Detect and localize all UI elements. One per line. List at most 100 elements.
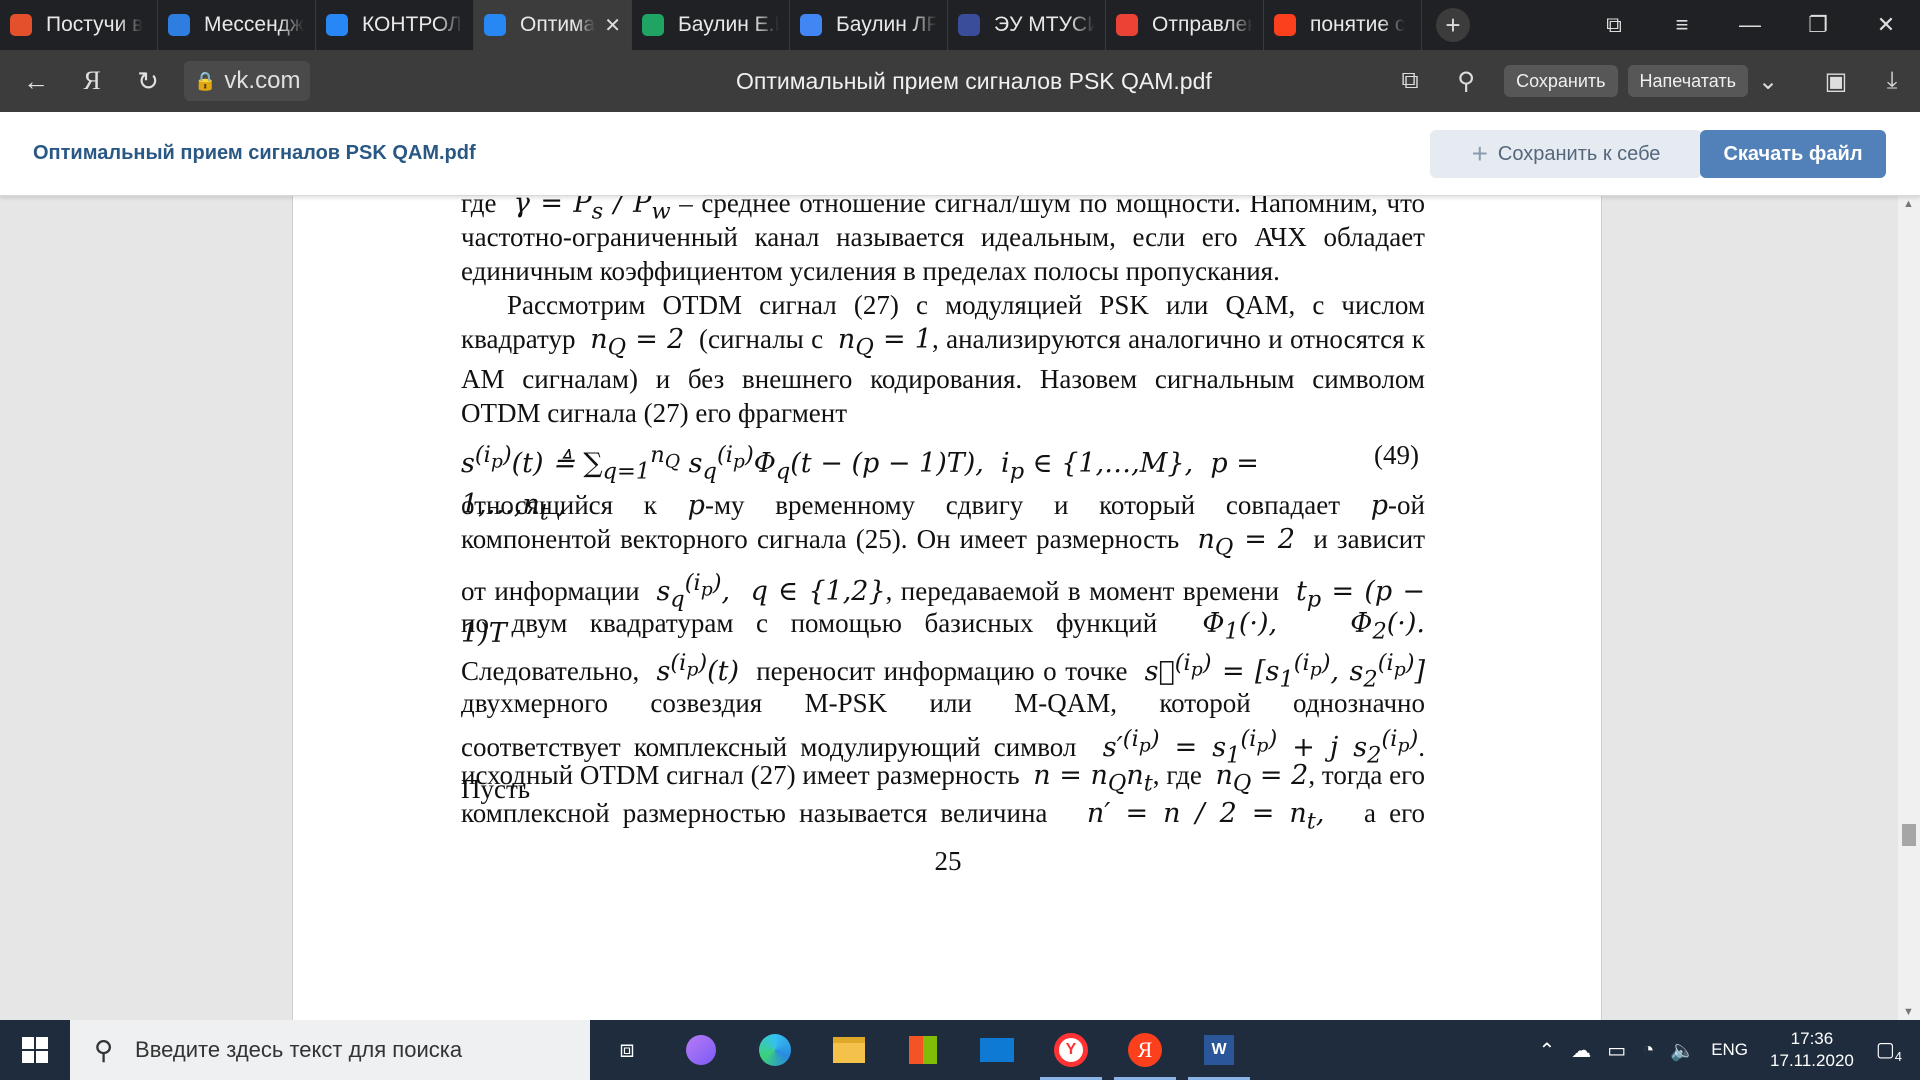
language-indicator[interactable]: ENG — [1711, 1040, 1748, 1060]
date: 17.11.2020 — [1770, 1051, 1854, 1070]
task-view-icon[interactable]: ⧈ — [590, 1020, 664, 1080]
save-to-me-button[interactable]: + Сохранить к себе — [1430, 130, 1702, 178]
battery-icon[interactable]: ▭ — [1607, 1038, 1626, 1063]
volume-icon[interactable]: 🔈 — [1670, 1038, 1695, 1063]
google-docs-icon — [800, 14, 822, 36]
pdf-line: частотно-ограниченный канал называется и… — [461, 222, 1425, 252]
scrollbar-thumb[interactable] — [1902, 824, 1916, 846]
pdf-line: комплексной размерностью называется вели… — [461, 798, 1425, 835]
browser-tab[interactable]: Отправлен — [1106, 0, 1264, 50]
system-tray: ⌃ ☁ ▭ ◔ 🔈 ENG 17:36 17.11.2020 ▢4 — [1531, 1020, 1920, 1080]
browser-tab[interactable]: Оптима ✕ — [474, 0, 632, 50]
browser-toolbar: ← Я ↻ 🔒 vk.com Оптимальный прием сигнало… — [0, 50, 1920, 112]
vk-icon — [484, 14, 506, 36]
pdf-line: относящийся к p-му временному сдвигу и к… — [461, 490, 1425, 521]
pdf-line: Рассмотрим OTDM сигнал (27) с модуляцией… — [507, 290, 1425, 320]
browser-tabstrip: Постучи в Мессендж КОНТРОЛЬ Оптима ✕ Баулин Е… — [0, 0, 1920, 50]
download-file-button[interactable]: Скачать файл — [1700, 130, 1886, 178]
collections-icon[interactable]: ▣ — [1808, 53, 1864, 109]
tab-title: Отправлен — [1152, 13, 1253, 36]
vk-document-header: Оптимальный прием сигналов PSK QAM.pdf +… — [0, 112, 1920, 196]
print-button[interactable]: Напечатать — [1627, 65, 1748, 97]
menu-icon[interactable]: ≡ — [1648, 0, 1716, 50]
pdf-line: единичным коэффициентом усиления в преде… — [461, 256, 1280, 286]
tab-title: ЭУ МТУСИ — [994, 13, 1095, 36]
pdf-line: AM сигналам) и без внешнего кодирования.… — [461, 364, 1425, 394]
browser-tab[interactable]: Мессендж — [158, 0, 316, 50]
pdf-line: двухмерного созвездия M-PSK или M-QAM, к… — [461, 688, 1425, 718]
start-button[interactable] — [0, 1020, 70, 1080]
pdf-line: квадратур nQ = 2 (сигналы с nQ = 1, анал… — [461, 324, 1426, 361]
pdf-scrollbar[interactable]: ▲ ▼ — [1898, 196, 1920, 1020]
taskbar-search[interactable]: ⚲ Введите здесь текст для поиска — [70, 1020, 590, 1080]
address-text: vk.com — [224, 67, 301, 94]
word-icon[interactable]: W — [1182, 1020, 1256, 1080]
address-bar[interactable]: 🔒 vk.com — [184, 61, 311, 101]
new-tab-button[interactable]: + — [1436, 8, 1470, 42]
time: 17:36 — [1790, 1029, 1834, 1048]
tab-title: Постучи в — [46, 13, 144, 36]
cloud-icon[interactable]: ☁ — [1571, 1038, 1591, 1063]
pdf-line: исходный OTDM сигнал (27) имеет размерно… — [461, 760, 1426, 797]
pdf-page: где γ = Ps / Pw – среднее отношение сигн… — [292, 196, 1602, 1020]
window-controls: ⧉ ≡ — ❐ ✕ — [1580, 0, 1920, 50]
save-to-me-label: Сохранить к себе — [1497, 142, 1661, 165]
tab-title: КОНТРОЛЬ — [362, 13, 463, 36]
browser-tab[interactable]: Постучи в — [0, 0, 158, 50]
mail-icon[interactable] — [960, 1020, 1034, 1080]
chevron-down-icon[interactable]: ⌄ — [1748, 53, 1788, 109]
yandex-browser-icon[interactable]: Y — [1034, 1020, 1108, 1080]
minimize-button[interactable]: — — [1716, 0, 1784, 50]
pdf-viewer[interactable]: где γ = Ps / Pw – среднее отношение сигн… — [0, 196, 1920, 1020]
document-title: Оптимальный прием сигналов PSK QAM.pdf — [736, 67, 1212, 94]
pdf-line: OTDM сигнала (27) его фрагмент — [461, 398, 848, 428]
clock[interactable]: 17:36 17.11.2020 — [1770, 1028, 1854, 1072]
browser-tab[interactable]: КОНТРОЛЬ — [316, 0, 474, 50]
browser-tab[interactable]: понятие с — [1264, 0, 1422, 50]
notification-count: 4 — [1894, 1048, 1902, 1064]
alice-icon[interactable] — [664, 1020, 738, 1080]
download-icon[interactable]: ⤓ — [1864, 53, 1920, 109]
lock-icon: 🔒 — [194, 70, 217, 91]
chevron-up-icon[interactable]: ⌃ — [1539, 1038, 1556, 1063]
windows-taskbar: ⚲ Введите здесь текст для поиска ⧈ Y Я W… — [0, 1020, 1920, 1080]
vk-icon — [326, 14, 348, 36]
reload-button[interactable]: ↻ — [120, 53, 176, 109]
tab-title: понятие с — [1310, 13, 1406, 36]
search-placeholder: Введите здесь текст для поиска — [135, 1037, 463, 1062]
page-number: 25 — [934, 846, 962, 876]
back-button[interactable]: ← — [8, 53, 64, 109]
wifi-icon[interactable]: ◔ — [1642, 1039, 1654, 1062]
store-icon[interactable] — [886, 1020, 960, 1080]
tab-title: Баулин ЛР — [836, 13, 937, 36]
pdf-line: по двум квадратурам с помощью базисных ф… — [461, 608, 1425, 645]
scroll-down-icon[interactable]: ▼ — [1903, 1006, 1914, 1018]
browser-tab[interactable]: Баулин Е.И — [632, 0, 790, 50]
browser-tab[interactable]: Баулин ЛР — [790, 0, 948, 50]
search-icon: ⚲ — [94, 1034, 114, 1065]
star-orange-icon — [10, 14, 32, 36]
tab-title: Баулин Е.И — [678, 13, 779, 36]
zoom-icon[interactable]: ⚲ — [1438, 53, 1494, 109]
save-button[interactable]: Сохранить — [1504, 65, 1618, 97]
equation-number: (49) — [1374, 440, 1419, 470]
close-tab-icon[interactable]: ✕ — [604, 13, 621, 38]
tab-manager-icon[interactable]: ⧉ — [1580, 0, 1648, 50]
notifications-icon[interactable]: ▢4 — [1876, 1037, 1902, 1064]
yandex-icon[interactable]: Я — [1108, 1020, 1182, 1080]
browser-tab[interactable]: ЭУ МТУСИ — [948, 0, 1106, 50]
google-drive-icon — [642, 14, 664, 36]
mtuci-icon — [958, 14, 980, 36]
tab-title: Оптима — [520, 13, 596, 36]
vk-file-name: Оптимальный прием сигналов PSK QAM.pdf — [33, 142, 476, 164]
open-in-app-icon[interactable]: ⧉ — [1382, 53, 1438, 109]
scroll-up-icon[interactable]: ▲ — [1903, 198, 1914, 210]
messenger-icon — [168, 14, 190, 36]
yandex-icon[interactable]: Я — [64, 53, 120, 109]
restore-button[interactable]: ❐ — [1784, 0, 1852, 50]
edge-icon[interactable] — [738, 1020, 812, 1080]
close-window-button[interactable]: ✕ — [1852, 0, 1920, 50]
tab-title: Мессендж — [204, 13, 304, 36]
file-explorer-icon[interactable] — [812, 1020, 886, 1080]
pdf-line: компонентой векторного сигнала (25). Он … — [461, 524, 1426, 561]
